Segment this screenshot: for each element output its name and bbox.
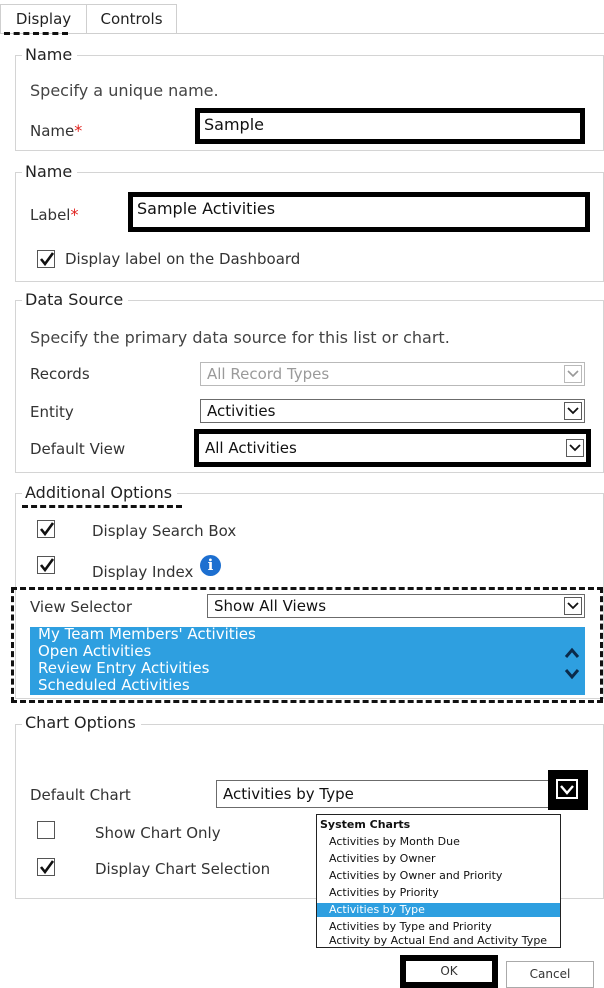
entity-select[interactable]: Activities <box>200 399 585 423</box>
chevron-down-icon[interactable] <box>566 439 584 457</box>
additional-options-highlight <box>22 505 182 508</box>
label-input[interactable]: Sample Activities <box>128 192 590 232</box>
entity-label: Entity <box>30 403 74 421</box>
name-field-label: Name* <box>30 121 83 140</box>
display-search-box-checkbox[interactable] <box>37 520 55 538</box>
display-tab-highlight <box>4 32 68 35</box>
display-label-checkbox[interactable] <box>37 250 55 268</box>
list-item[interactable]: Scheduled Activities <box>38 676 190 694</box>
ok-button[interactable]: OK <box>400 955 498 988</box>
name-section-legend: Name <box>22 45 78 64</box>
data-source-description: Specify the primary data source for this… <box>30 328 450 347</box>
chart-dropdown-list[interactable]: System Charts Activities by Month Due Ac… <box>316 814 561 948</box>
default-view-label: Default View <box>30 440 126 458</box>
list-item[interactable]: Open Activities <box>38 642 151 660</box>
scroll-down-icon[interactable] <box>564 668 580 680</box>
data-source-legend: Data Source <box>22 290 129 309</box>
required-indicator: * <box>70 205 79 224</box>
list-item[interactable]: My Team Members' Activities <box>38 625 256 643</box>
show-chart-only-label: Show Chart Only <box>95 824 221 842</box>
display-index-label: Display Index <box>92 563 194 581</box>
dropdown-option[interactable]: Activities by Month Due <box>317 835 560 849</box>
dropdown-option[interactable]: Activities by Owner and Priority <box>317 869 560 883</box>
chevron-down-icon[interactable] <box>556 779 578 799</box>
name-input[interactable]: Sample <box>195 108 585 144</box>
cancel-button[interactable]: Cancel <box>506 961 594 988</box>
tab-display[interactable]: Display <box>0 4 87 34</box>
default-chart-label: Default Chart <box>30 786 131 804</box>
name-description: Specify a unique name. <box>30 81 219 100</box>
tab-controls[interactable]: Controls <box>87 4 177 34</box>
default-chart-select[interactable]: Activities by Type <box>216 780 588 808</box>
additional-options-legend: Additional Options <box>22 483 178 502</box>
show-chart-only-checkbox[interactable] <box>37 821 55 839</box>
view-selector-label: View Selector <box>30 598 132 616</box>
display-search-box-label: Display Search Box <box>92 522 237 540</box>
chevron-down-icon[interactable] <box>564 597 582 615</box>
required-indicator: * <box>74 121 83 140</box>
records-label: Records <box>30 365 90 383</box>
default-chart-dropdown-button[interactable] <box>548 770 588 810</box>
view-selector-select[interactable]: Show All Views <box>207 594 585 618</box>
chevron-down-icon[interactable] <box>564 402 582 420</box>
dropdown-group-header: System Charts <box>320 818 411 831</box>
views-listbox[interactable]: My Team Members' Activities Open Activit… <box>30 625 585 695</box>
display-index-checkbox[interactable] <box>37 556 55 574</box>
label-section-legend: Name <box>22 162 78 181</box>
list-item[interactable]: Review Entry Activities <box>38 659 209 677</box>
dropdown-option[interactable]: Activities by Type and Priority <box>317 920 560 934</box>
chevron-down-icon <box>564 365 582 383</box>
checkmark-icon <box>39 558 55 573</box>
checkmark-icon <box>39 522 55 537</box>
chart-options-legend: Chart Options <box>22 713 141 732</box>
default-view-select[interactable]: All Activities <box>194 429 591 467</box>
checkmark-icon <box>39 252 55 267</box>
records-select: All Record Types <box>200 362 585 386</box>
display-chart-selection-label: Display Chart Selection <box>95 860 271 878</box>
tab-strip-divider <box>0 33 604 34</box>
display-label-checkbox-label: Display label on the Dashboard <box>65 250 301 268</box>
scroll-up-icon[interactable] <box>564 647 580 659</box>
info-icon[interactable]: i <box>200 555 221 576</box>
dropdown-option[interactable]: Activities by Owner <box>317 852 560 866</box>
checkmark-icon <box>39 860 55 875</box>
dropdown-option-selected[interactable]: Activities by Type <box>317 903 560 917</box>
dropdown-option[interactable]: Activity by Actual End and Activity Type <box>317 934 560 948</box>
dropdown-option[interactable]: Activities by Priority <box>317 886 560 900</box>
label-field-label: Label* <box>30 205 79 224</box>
display-chart-selection-checkbox[interactable] <box>37 858 55 876</box>
